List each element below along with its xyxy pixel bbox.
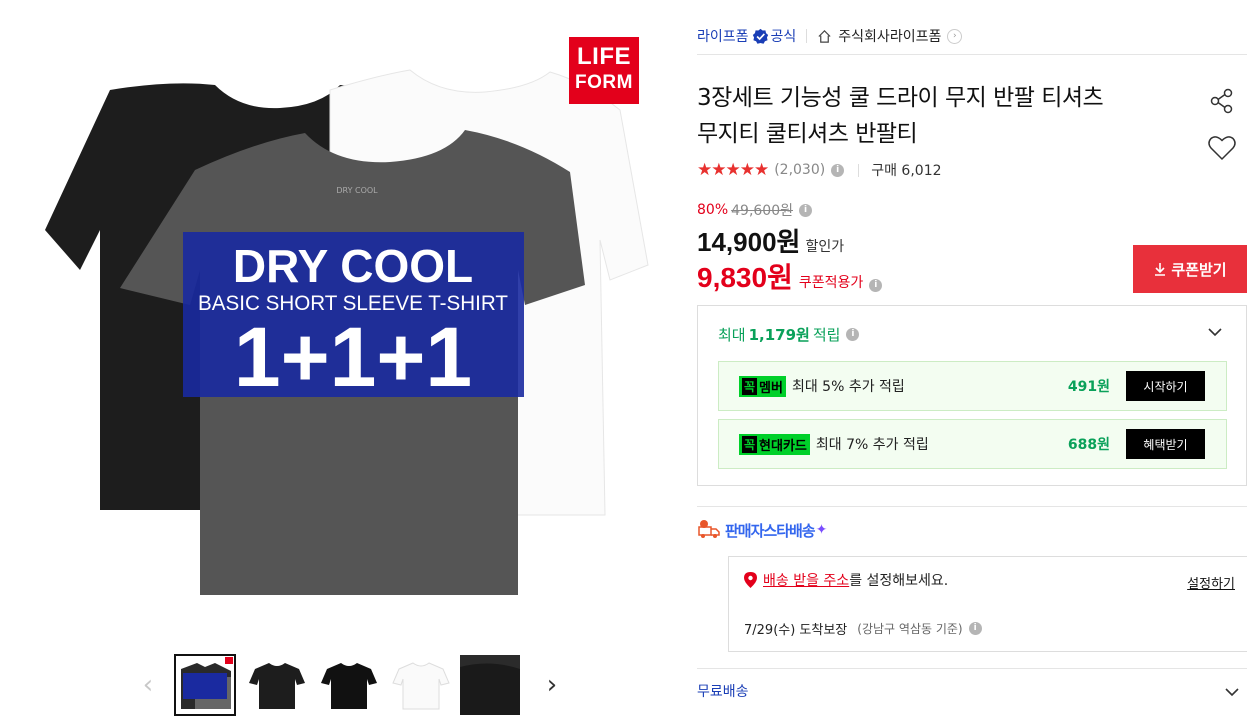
discount-row: 80% 49,600원 i xyxy=(697,200,812,220)
thumbnail-prev-button[interactable]: ‹ xyxy=(136,670,160,700)
download-icon xyxy=(1155,263,1166,276)
benefit-row-card: 꼭 현대카드 최대 7% 추가 적립 688원 혜택받기 xyxy=(718,419,1227,469)
coupon-price-label: 쿠폰적용가 xyxy=(798,275,864,291)
original-price: 49,600원 xyxy=(731,203,793,219)
heart-icon[interactable] xyxy=(1207,133,1237,163)
badge-k: 꼭 xyxy=(742,435,758,453)
seller-name-link[interactable]: 라이프폼 xyxy=(697,26,749,46)
share-icon[interactable] xyxy=(1207,86,1237,116)
home-icon xyxy=(818,29,831,43)
coupon-button-label: 쿠폰받기 xyxy=(1171,260,1227,279)
divider xyxy=(697,668,1247,669)
product-title-line2: 무지티 쿨티셔츠 반팔티 xyxy=(697,121,918,147)
thumbnail-3[interactable] xyxy=(319,655,379,715)
badge-label: 멤버 xyxy=(759,380,783,396)
address-box: 배송 받을 주소 를 설정해보세요. 설정하기 7/29(수) 도착보장 (강남… xyxy=(728,556,1247,652)
thumbnail-4[interactable] xyxy=(391,655,451,715)
arrival-row: 7/29(수) 도착보장 (강남구 역삼동 기준) i xyxy=(744,619,982,638)
info-icon[interactable]: i xyxy=(799,203,812,217)
seller-star-delivery: 판매자스타배송 ✦ xyxy=(697,518,827,542)
review-count-link[interactable]: (2,030) xyxy=(774,162,825,178)
coupon-price-row: 9,830원 쿠폰적용가 i xyxy=(697,256,883,296)
points-amount: 1,179원 xyxy=(748,326,810,344)
membership-badge: 꼭 멤버 xyxy=(739,375,786,397)
verified-badge-icon xyxy=(752,28,768,44)
info-icon[interactable]: i xyxy=(831,163,845,177)
rating-stars: ★★★★★ xyxy=(697,160,769,180)
info-icon[interactable]: i xyxy=(846,328,860,341)
product-title: 3장세트 기능성 쿨 드라이 무지 반팔 티셔츠 무지티 쿨티셔츠 반팔티 xyxy=(697,80,1187,152)
points-prefix: 최대 xyxy=(718,326,746,344)
divider xyxy=(697,506,1247,507)
coupon-price: 9,830원 xyxy=(697,262,793,293)
get-benefit-button[interactable]: 혜택받기 xyxy=(1126,429,1205,459)
sale-price: 14,900원 xyxy=(697,227,801,257)
sale-price-label: 할인가 xyxy=(805,239,845,255)
benefit-text: 최대 5% 추가 적립 xyxy=(791,379,905,395)
badge-k: 꼭 xyxy=(742,377,758,395)
info-icon[interactable]: i xyxy=(968,622,982,635)
purchase-count: 구매 6,012 xyxy=(871,163,942,179)
rating-row: ★★★★★ (2,030) i 구매 6,012 xyxy=(697,158,942,182)
product-info-panel: 라이프폼 공식 주식회사라이프폼 › 3장세트 기능성 쿨 드라이 무지 반팔 … xyxy=(697,0,1247,720)
free-shipping-toggle[interactable]: 무료배송 xyxy=(697,681,749,701)
shirt-tag-text: DRY COOL xyxy=(336,186,378,195)
brand-logo-line1: LIFE xyxy=(577,43,631,70)
arrival-guarantee: 7/29(수) 도착보장 xyxy=(744,623,848,638)
coupon-download-button[interactable]: 쿠폰받기 xyxy=(1133,245,1247,293)
thumbnail-1[interactable] xyxy=(174,654,236,716)
address-prompt-text: 를 설정해보세요. xyxy=(849,573,949,589)
card-badge: 꼭 현대카드 xyxy=(739,433,810,455)
delivery-brand-text: 판매자스타배송 xyxy=(725,521,816,540)
badge-label: 현대카드 xyxy=(759,438,807,454)
points-header[interactable]: 최대 1,179원 적립 i xyxy=(718,324,860,345)
points-panel: 최대 1,179원 적립 i 꼭 멤버 최대 5% 추가 적립 491원 시작하… xyxy=(697,305,1247,486)
points-suffix: 적립 xyxy=(812,326,841,344)
discount-rate: 80% xyxy=(697,202,729,218)
product-main-image[interactable]: DRY COOL DRY COOL BASIC SHORT SLEEVE T-S… xyxy=(40,30,650,630)
address-link[interactable]: 배송 받을 주소 xyxy=(763,570,849,590)
banner-headline: DRY COOL xyxy=(233,240,473,292)
info-icon[interactable]: i xyxy=(869,279,883,292)
thumbnail-5[interactable] xyxy=(460,655,520,715)
chevron-down-icon[interactable] xyxy=(1223,683,1241,701)
store-name-link[interactable]: 주식회사라이프폼 xyxy=(838,26,941,46)
start-membership-button[interactable]: 시작하기 xyxy=(1126,371,1205,401)
address-prompt: 배송 받을 주소 를 설정해보세요. xyxy=(744,570,948,590)
sale-price-row: 14,900원 할인가 xyxy=(697,222,844,259)
brand-logo-line2: FORM xyxy=(575,72,633,93)
benefit-text: 최대 7% 추가 적립 xyxy=(815,437,929,453)
location-pin-icon xyxy=(744,572,757,588)
seller-row: 라이프폼 공식 주식회사라이프폼 › xyxy=(697,22,1247,50)
arrival-basis: (강남구 역삼동 기준) xyxy=(857,622,963,636)
sparkle-icon: ✦ xyxy=(815,522,828,538)
banner-bundle: 1+1+1 xyxy=(234,310,472,404)
rating-divider xyxy=(858,163,860,177)
brand-logo: LIFE FORM xyxy=(569,37,639,104)
benefit-row-membership: 꼭 멤버 최대 5% 추가 적립 491원 시작하기 xyxy=(718,361,1227,411)
divider xyxy=(697,54,1247,55)
thumbnail-2[interactable] xyxy=(247,655,307,715)
benefit-amount: 688원 xyxy=(1067,437,1110,453)
thumbnail-next-button[interactable]: › xyxy=(540,670,564,700)
product-title-line1: 3장세트 기능성 쿨 드라이 무지 반팔 티셔츠 xyxy=(697,85,1104,111)
seller-divider xyxy=(806,29,808,43)
set-address-button[interactable]: 설정하기 xyxy=(1187,573,1235,592)
chevron-down-icon[interactable] xyxy=(1206,323,1224,341)
benefit-amount: 491원 xyxy=(1067,379,1110,395)
thumbnail-strip: ‹ › xyxy=(130,652,570,718)
chevron-right-icon[interactable]: › xyxy=(947,28,963,44)
official-label: 공식 xyxy=(770,29,797,45)
truck-icon xyxy=(698,520,720,538)
product-image-area: DRY COOL DRY COOL BASIC SHORT SLEEVE T-S… xyxy=(0,0,680,720)
